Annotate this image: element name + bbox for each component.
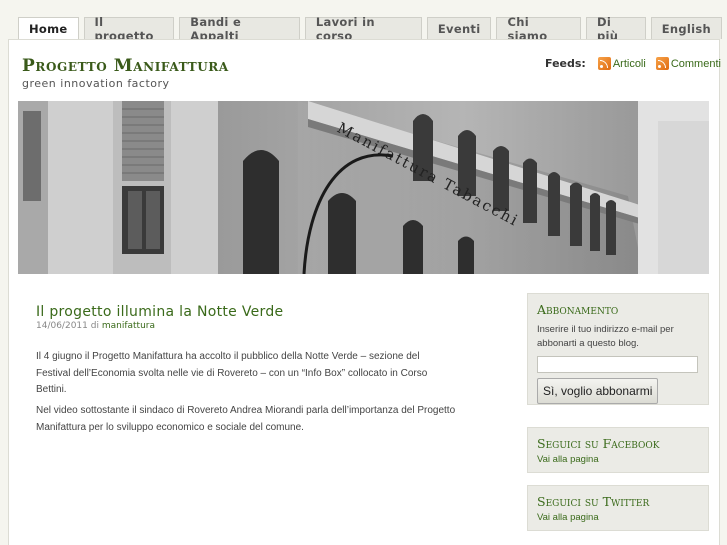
feed-comments-label: Commenti [670, 57, 721, 70]
post-body: Il 4 giugno il Progetto Manifattura ha a… [36, 349, 456, 441]
post-by-label: di [90, 321, 99, 331]
twitter-page-link[interactable]: Vai alla pagina [537, 512, 699, 523]
site-tagline: green innovation factory [22, 77, 170, 90]
subscribe-widget: Abbonamento Inserire il tuo indirizzo e-… [527, 293, 709, 405]
twitter-widget: Seguici su Twitter Vai alla pagina [527, 485, 709, 531]
rss-icon [655, 57, 669, 70]
email-field[interactable] [537, 356, 698, 373]
main-nav: Home Il progetto Bandi e Appalti Lavori … [18, 15, 727, 43]
tab-bandi-e-appalti[interactable]: Bandi e Appalti [179, 15, 300, 43]
tab-il-progetto[interactable]: Il progetto [83, 15, 175, 43]
post-title-link[interactable]: Il progetto illumina la Notte Verde [36, 304, 283, 320]
facebook-widget-title: Seguici su Facebook [537, 436, 660, 451]
facebook-page-link[interactable]: Vai alla pagina [537, 454, 699, 465]
twitter-widget-title: Seguici su Twitter [537, 494, 650, 509]
subscribe-widget-text: Inserire il tuo indirizzo e-mail per abb… [537, 324, 674, 349]
tab-english[interactable]: English [650, 17, 722, 39]
tab-eventi[interactable]: Eventi [426, 17, 492, 39]
post-date: 14/06/2011 [36, 321, 88, 331]
post-meta: 14/06/2011 di manifattura [36, 321, 155, 331]
building-photo-illustration: Manifattura Tabacchi [18, 101, 709, 274]
rss-icon [597, 57, 611, 70]
subscribe-button[interactable]: Sì, voglio abbonarmi [537, 378, 659, 404]
feed-articles-link[interactable]: Articoli [597, 57, 646, 70]
tab-chi-siamo[interactable]: Chi siamo [496, 15, 581, 43]
header-building-image: Manifattura Tabacchi [18, 101, 709, 274]
site-title[interactable]: Progetto Manifattura [22, 56, 229, 76]
post-paragraph: Il 4 giugno il Progetto Manifattura ha a… [36, 351, 428, 395]
feed-articles-label: Articoli [612, 57, 646, 70]
feed-comments-link[interactable]: Commenti [655, 57, 721, 70]
subscribe-widget-title: Abbonamento [537, 302, 619, 317]
feeds-label: Feeds: [545, 57, 586, 70]
post-paragraph: Nel video sottostante il sindaco di Rove… [36, 405, 456, 433]
tab-home[interactable]: Home [18, 17, 79, 40]
feeds-bar: Feeds: Articoli Commenti [545, 57, 727, 70]
tab-lavori-in-corso[interactable]: Lavori in corso [304, 15, 422, 43]
tab-di-piu[interactable]: Di più [585, 15, 646, 43]
post-author-link[interactable]: manifattura [102, 321, 155, 331]
facebook-widget: Seguici su Facebook Vai alla pagina [527, 427, 709, 473]
